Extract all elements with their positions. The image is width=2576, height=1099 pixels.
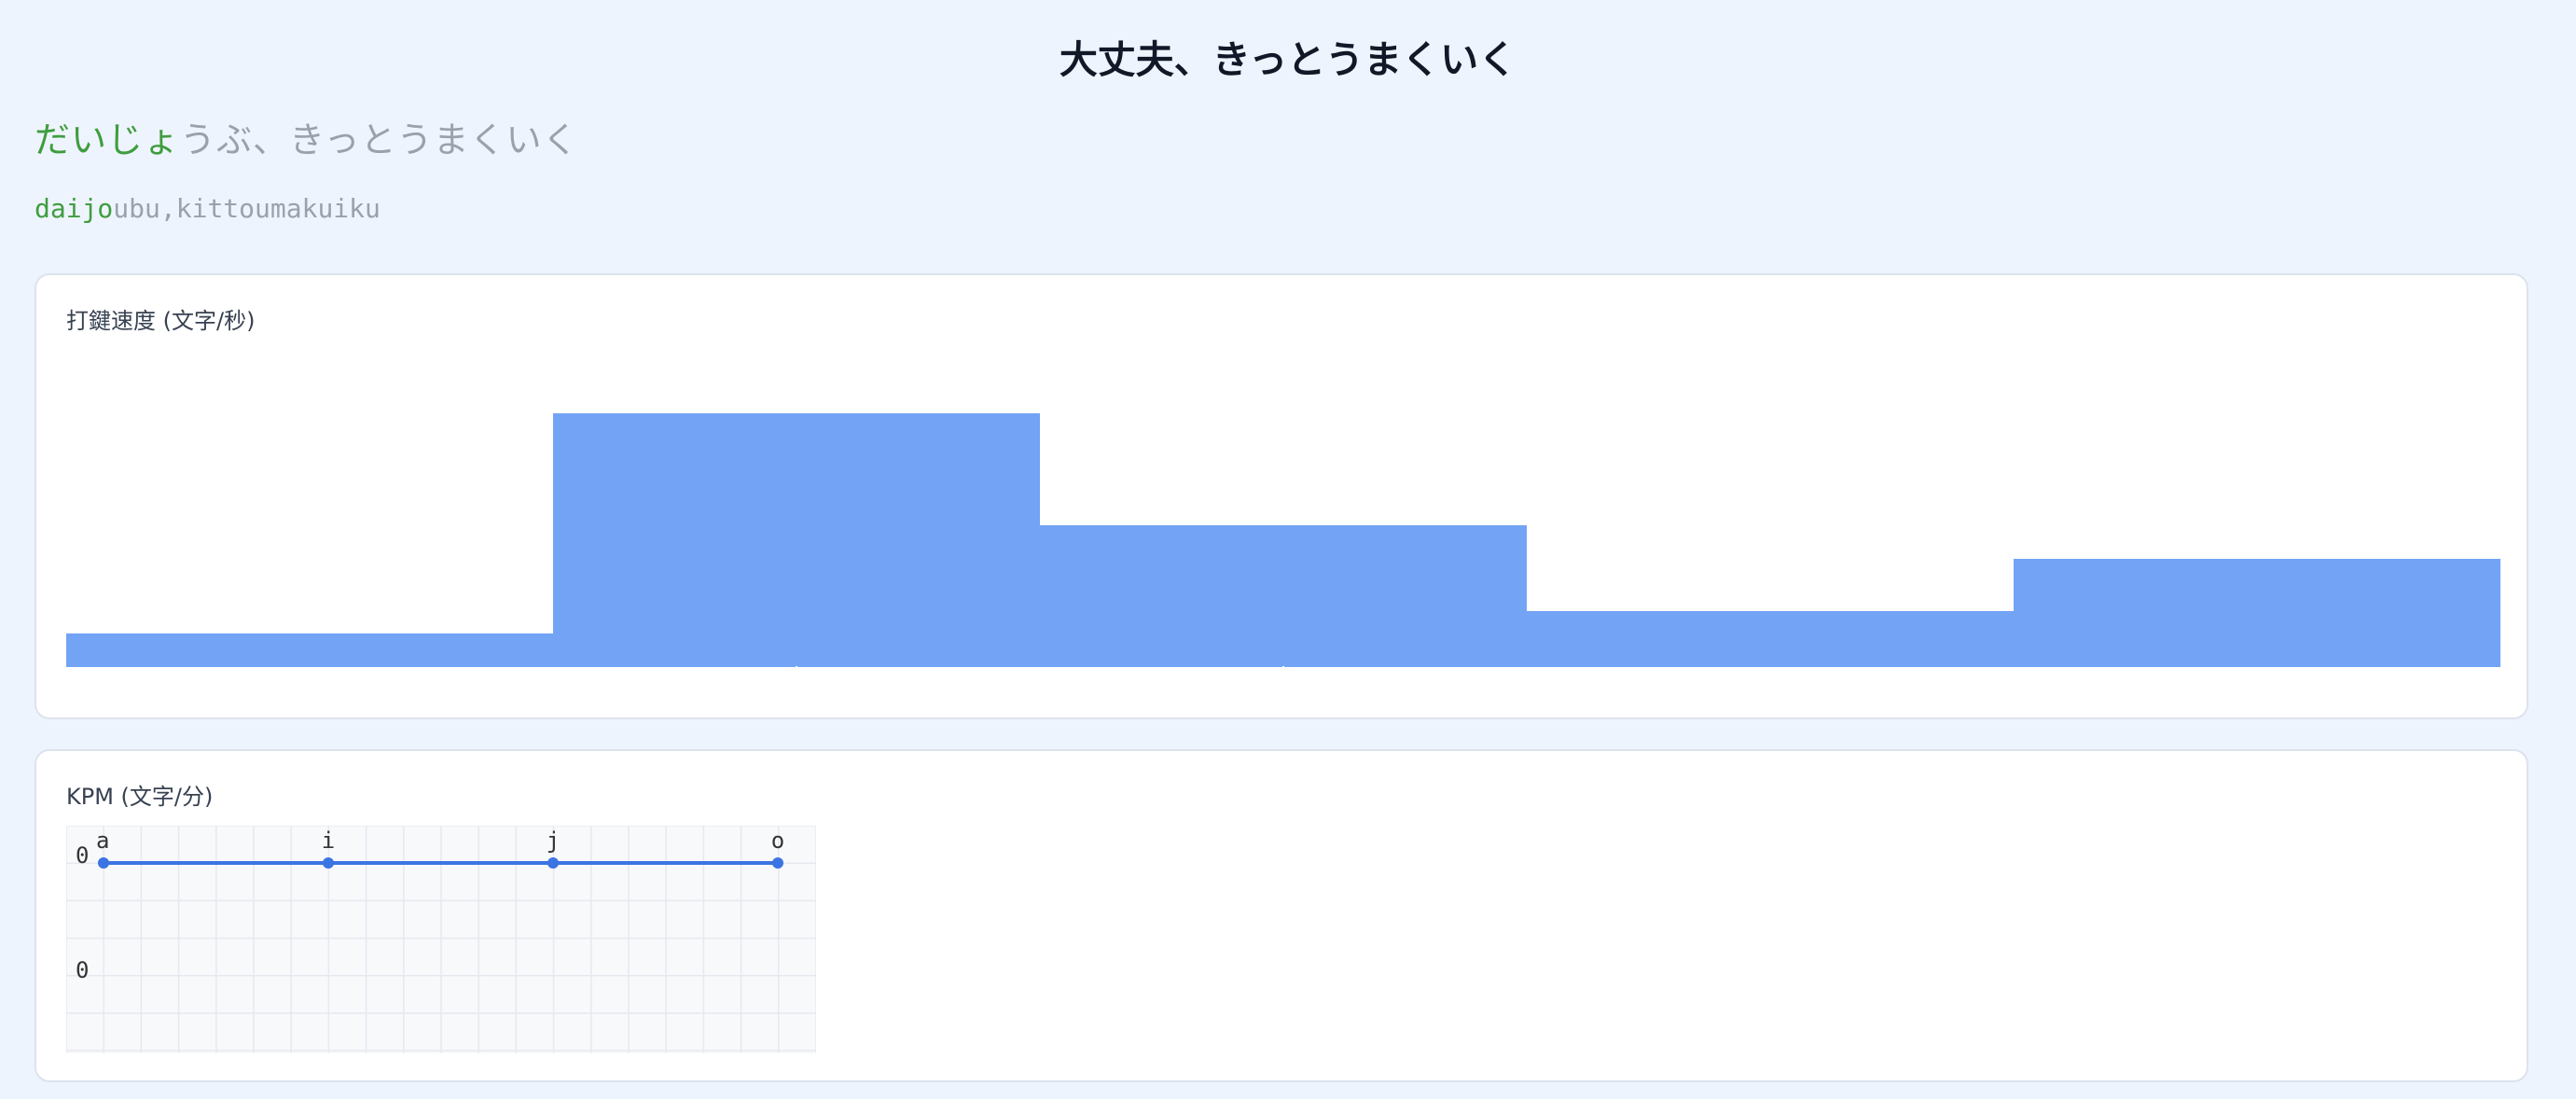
kpm-point-a <box>98 857 109 869</box>
typing-speed-bar-chart: aijou <box>66 413 2500 684</box>
typing-speed-card: 打鍵速度 (文字/秒) a i j o u <box>35 273 2528 719</box>
kpm-line-chart: 00a i j o <box>66 826 816 1053</box>
speed-bar-label: j <box>1280 664 1286 684</box>
kpm-y-tick-label: 0 <box>76 842 89 869</box>
speed-bar-i <box>553 413 1040 667</box>
kpm-point-i <box>323 857 334 869</box>
kpm-point-o <box>772 857 783 869</box>
speed-bar-label: o <box>1764 664 1776 684</box>
kpm-point-label: j <box>547 828 560 854</box>
kana-typed: だいじょ <box>35 119 181 160</box>
kpm-point-label: a <box>96 828 109 854</box>
speed-bar-j <box>1040 525 1527 667</box>
kpm-y-tick-label: 0 <box>76 957 89 983</box>
speed-bar-label: u <box>2251 664 2264 684</box>
kpm-point-label: i <box>322 828 335 854</box>
page-title: 大丈夫、きっとうまくいく <box>1059 37 1517 82</box>
kpm-card: KPM (文字/分) 00aijo <box>35 749 2528 1082</box>
typing-speed-chart-title: 打鍵速度 (文字/秒) <box>66 308 256 334</box>
kpm-point-label: o <box>771 828 784 854</box>
kpm-point-j <box>547 857 559 869</box>
speed-bar-u <box>2014 559 2500 667</box>
kpm-chart-title: KPM (文字/分) <box>66 784 214 810</box>
romaji-typed: daijo <box>35 193 114 224</box>
kana-prompt: だいじょうぶ、きっとうまくいく <box>35 116 579 164</box>
speed-bar-a <box>66 633 553 667</box>
speed-bar-label: i <box>794 664 799 684</box>
romaji-prompt: daijoubu,kittoumakuiku <box>35 192 381 226</box>
romaji-remaining: ubu,kittoumakuiku <box>113 193 381 224</box>
speed-bar-o <box>1527 611 2014 667</box>
kana-remaining: うぶ、きっとうまくいく <box>180 119 579 160</box>
speed-bar-label: a <box>303 664 315 684</box>
